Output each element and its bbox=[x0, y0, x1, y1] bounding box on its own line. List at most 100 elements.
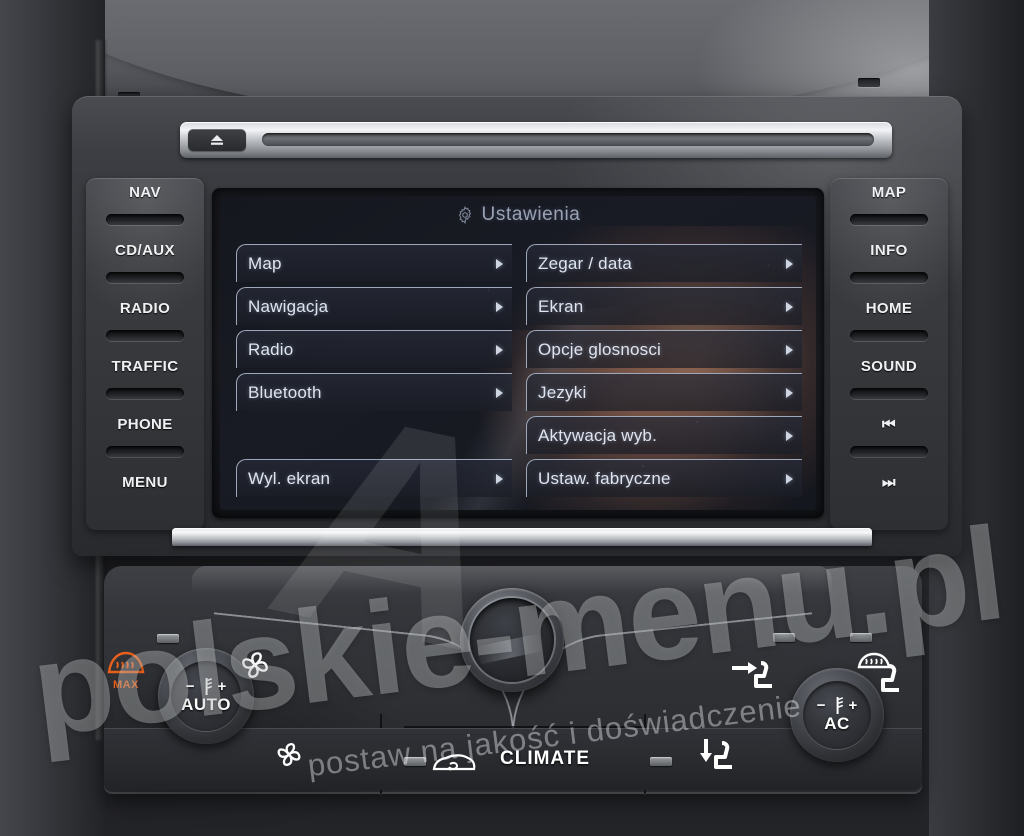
button-slot[interactable] bbox=[106, 272, 184, 283]
chevron-right-icon bbox=[496, 473, 503, 484]
menu-item-zegar-data[interactable]: Zegar / data bbox=[526, 244, 802, 282]
menu-item-label: Wyl. ekran bbox=[248, 468, 331, 488]
head-unit: NAV CD/AUX RADIO TRAFFIC PHONE MENU MAP … bbox=[72, 96, 962, 556]
chevron-right-icon bbox=[496, 387, 503, 398]
max-defrost-indicator-led bbox=[157, 634, 179, 643]
menu-item-wyl-ekran[interactable]: Wyl. ekran bbox=[236, 459, 512, 497]
chevron-right-icon bbox=[496, 301, 503, 312]
cd-slot-opening bbox=[262, 133, 874, 146]
climate-button[interactable]: CLIMATE bbox=[500, 748, 590, 770]
map-button[interactable]: MAP bbox=[830, 178, 948, 236]
gear-icon bbox=[458, 206, 471, 224]
home-button[interactable]: HOME bbox=[830, 294, 948, 352]
nav-button[interactable]: NAV bbox=[86, 178, 204, 236]
previous-track-button[interactable]: ⏮ bbox=[830, 410, 948, 468]
menu-item-empty-slot bbox=[236, 416, 512, 454]
button-slot[interactable] bbox=[850, 446, 928, 457]
chevron-right-icon bbox=[786, 258, 793, 269]
left-button-column: NAV CD/AUX RADIO TRAFFIC PHONE MENU bbox=[86, 178, 204, 530]
radio-button[interactable]: RADIO bbox=[86, 294, 204, 352]
airflow-feet-button[interactable] bbox=[693, 735, 745, 779]
button-slot[interactable] bbox=[106, 214, 184, 225]
menu-button[interactable]: MENU bbox=[86, 468, 204, 526]
plus-label: + bbox=[848, 697, 858, 714]
previous-track-icon: ⏮ bbox=[882, 416, 896, 433]
menu-item-label: Jezyki bbox=[538, 382, 587, 402]
button-slot[interactable] bbox=[106, 446, 184, 457]
airflow-face-indicator-led bbox=[773, 633, 795, 642]
max-defrost-icon bbox=[107, 651, 145, 673]
menu-button-label: MENU bbox=[122, 474, 168, 491]
button-slot[interactable] bbox=[106, 388, 184, 399]
minus-label: − bbox=[816, 697, 826, 714]
temperature-icon bbox=[205, 678, 212, 695]
knob-highlight bbox=[476, 633, 542, 665]
button-slot[interactable] bbox=[850, 388, 928, 399]
settings-menu-left-column: Map Nawigacja Radio Bluetooth Wyl. ekran bbox=[236, 244, 512, 504]
menu-item-label: Ekran bbox=[538, 296, 584, 316]
right-knob-scale: − + bbox=[816, 696, 858, 715]
next-track-icon: ⏭ bbox=[882, 474, 896, 491]
menu-item-jezyki[interactable]: Jezyki bbox=[526, 373, 802, 411]
display-screen[interactable]: Ustawienia Map Nawigacja Radio Bluetooth… bbox=[220, 196, 816, 510]
air-recirculation-icon bbox=[432, 754, 476, 771]
max-defrost-button[interactable]: MAX bbox=[98, 646, 154, 694]
next-track-button[interactable]: ⏭ bbox=[830, 468, 948, 526]
chevron-right-icon bbox=[786, 473, 793, 484]
info-button[interactable]: INFO bbox=[830, 236, 948, 294]
recirculation-indicator-led bbox=[404, 757, 426, 766]
menu-item-bluetooth[interactable]: Bluetooth bbox=[236, 373, 512, 411]
menu-item-ekran[interactable]: Ekran bbox=[526, 287, 802, 325]
airflow-face-button[interactable] bbox=[728, 655, 780, 699]
settings-menu-right-column: Zegar / data Ekran Opcje glosnosci Jezyk… bbox=[526, 244, 802, 504]
ac-label: AC bbox=[824, 714, 850, 733]
menu-item-label: Opcje glosnosci bbox=[538, 339, 662, 359]
menu-item-radio[interactable]: Radio bbox=[236, 330, 512, 368]
cd-slot-strip bbox=[180, 122, 892, 158]
auto-label: AUTO bbox=[181, 695, 231, 714]
fan-down-icon bbox=[277, 742, 301, 766]
phone-button-label: PHONE bbox=[117, 416, 173, 433]
infotainment-screenshot: NAV CD/AUX RADIO TRAFFIC PHONE MENU MAP … bbox=[0, 0, 1024, 836]
fan-up-icon bbox=[242, 652, 268, 678]
cd-eject-button[interactable] bbox=[188, 129, 246, 151]
right-temperature-knob[interactable]: − + AC bbox=[790, 668, 884, 762]
right-button-column: MAP INFO HOME SOUND ⏮ ⏭ bbox=[830, 178, 948, 530]
dash-vent-slot-right bbox=[858, 78, 880, 87]
traffic-button[interactable]: TRAFFIC bbox=[86, 352, 204, 410]
nav-button-label: NAV bbox=[129, 184, 161, 201]
sound-button[interactable]: SOUND bbox=[830, 352, 948, 410]
menu-item-opcje-glosnosci[interactable]: Opcje glosnosci bbox=[526, 330, 802, 368]
chrome-trim-strip bbox=[172, 528, 872, 546]
airflow-face-icon bbox=[732, 661, 772, 688]
menu-item-label: Ustaw. fabryczne bbox=[538, 468, 671, 488]
chevron-right-icon bbox=[496, 258, 503, 269]
air-recirculation-button[interactable] bbox=[430, 748, 478, 778]
fan-increase-button[interactable] bbox=[232, 645, 278, 685]
max-defrost-label: MAX bbox=[113, 678, 139, 691]
menu-item-nawigacja[interactable]: Nawigacja bbox=[236, 287, 512, 325]
sound-button-label: SOUND bbox=[860, 358, 918, 375]
phone-button[interactable]: PHONE bbox=[86, 410, 204, 468]
temperature-icon bbox=[836, 697, 843, 714]
map-button-label: MAP bbox=[871, 184, 907, 201]
volume-power-knob[interactable] bbox=[460, 588, 564, 692]
screen-header: Ustawienia bbox=[220, 204, 816, 226]
menu-item-map[interactable]: Map bbox=[236, 244, 512, 282]
menu-item-ustaw-fabryczne[interactable]: Ustaw. fabryczne bbox=[526, 459, 802, 497]
button-slot[interactable] bbox=[850, 214, 928, 225]
button-slot[interactable] bbox=[850, 272, 928, 283]
chevron-right-icon bbox=[786, 301, 793, 312]
menu-item-aktywacja-wyb[interactable]: Aktywacja wyb. bbox=[526, 416, 802, 454]
fan-decrease-button[interactable] bbox=[268, 735, 310, 773]
cd-aux-button[interactable]: CD/AUX bbox=[86, 236, 204, 294]
page-title: Ustawienia bbox=[481, 204, 581, 225]
minus-label: − bbox=[185, 678, 195, 695]
button-slot[interactable] bbox=[106, 330, 184, 341]
button-slot[interactable] bbox=[850, 330, 928, 341]
chevron-right-icon bbox=[496, 344, 503, 355]
traffic-button-label: TRAFFIC bbox=[111, 358, 179, 375]
chevron-right-icon bbox=[786, 344, 793, 355]
plus-label: + bbox=[217, 678, 227, 695]
cd-aux-button-label: CD/AUX bbox=[115, 242, 175, 259]
